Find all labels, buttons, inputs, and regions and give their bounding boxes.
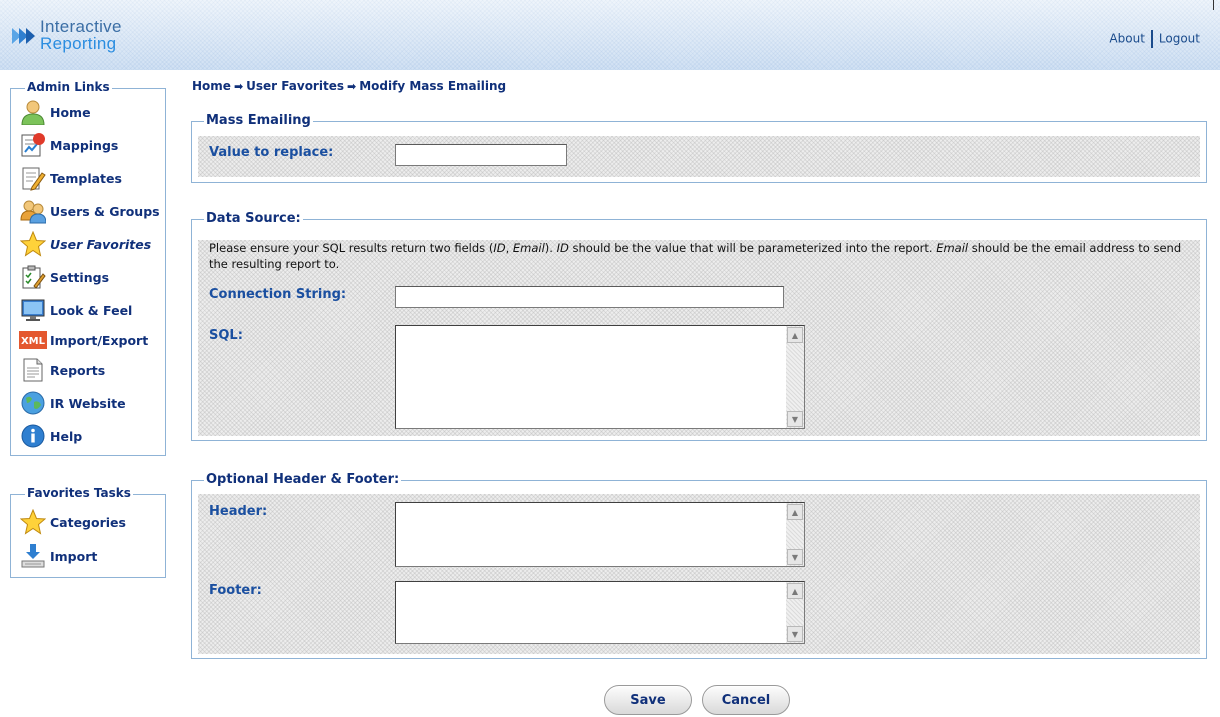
footer-scrollbar[interactable]: ▲ ▼ bbox=[786, 582, 804, 643]
sidebar-item-home[interactable]: Home bbox=[19, 97, 91, 127]
star-icon bbox=[19, 508, 47, 536]
globe-icon bbox=[19, 389, 47, 417]
sql-label: SQL: bbox=[209, 328, 243, 343]
breadcrumb: Home ➡ User Favorites ➡ Modify Mass Emailing bbox=[192, 79, 506, 93]
sidebar-item-label: Reports bbox=[50, 362, 106, 378]
breadcrumb-arrow-icon: ➡ bbox=[346, 80, 357, 93]
sidebar-item-label: Settings bbox=[50, 269, 110, 285]
admin-links-title: Admin Links bbox=[25, 80, 112, 94]
xml-icon: XML bbox=[19, 326, 47, 354]
data-source-note: Please ensure your SQL results return tw… bbox=[209, 241, 1182, 271]
app-logo[interactable]: Interactive Reporting bbox=[12, 18, 172, 54]
logo-text-line2: Reporting bbox=[40, 34, 117, 53]
header-footer-legend: Optional Header & Footer: bbox=[204, 472, 402, 487]
save-button[interactable]: Save bbox=[604, 685, 692, 715]
report-icon bbox=[19, 356, 47, 384]
sidebar-item-templates[interactable]: Templates bbox=[19, 163, 122, 193]
header-footer-section: Optional Header & Footer: Header: ▲ ▼ Fo… bbox=[191, 472, 1207, 659]
settings-icon bbox=[19, 263, 47, 291]
top-banner: Interactive Reporting About Logout bbox=[0, 0, 1220, 70]
sql-textarea: ▲ ▼ bbox=[395, 325, 805, 429]
scroll-up-icon[interactable]: ▲ bbox=[787, 327, 803, 343]
sidebar-item-reports[interactable]: Reports bbox=[19, 355, 105, 385]
header-label: Header: bbox=[209, 504, 268, 519]
monitor-icon bbox=[19, 296, 47, 324]
sidebar-item-label: Templates bbox=[50, 170, 122, 186]
link-divider bbox=[1150, 30, 1153, 48]
header-scrollbar[interactable]: ▲ ▼ bbox=[786, 503, 804, 566]
sidebar-item-label: Import bbox=[50, 548, 98, 564]
footer-label: Footer: bbox=[209, 583, 262, 598]
breadcrumb-user-favorites[interactable]: User Favorites bbox=[246, 79, 344, 93]
sidebar-item-categories[interactable]: Categories bbox=[19, 507, 126, 537]
scroll-down-icon[interactable]: ▼ bbox=[787, 411, 803, 427]
logout-link[interactable]: Logout bbox=[1159, 32, 1200, 46]
top-links: About Logout bbox=[1109, 30, 1200, 48]
sidebar-item-label: Categories bbox=[50, 514, 126, 530]
scroll-up-icon[interactable]: ▲ bbox=[787, 504, 803, 520]
sidebar-item-user-favorites[interactable]: User Favorites bbox=[19, 229, 151, 259]
breadcrumb-arrow-icon: ➡ bbox=[233, 80, 244, 93]
favorites-tasks-panel: Favorites Tasks Categories Import bbox=[10, 486, 166, 578]
sidebar-item-label: Users & Groups bbox=[50, 203, 160, 219]
logo-arrows-icon bbox=[12, 28, 35, 44]
import-icon bbox=[19, 542, 47, 570]
mass-emailing-section: Mass Emailing Value to replace: bbox=[191, 113, 1207, 183]
sidebar-item-label: Import/Export bbox=[50, 332, 149, 348]
mappings-icon bbox=[19, 131, 47, 159]
header-input[interactable] bbox=[396, 503, 786, 566]
sidebar-item-import[interactable]: Import bbox=[19, 541, 97, 571]
sidebar-item-import-export[interactable]: XML Import/Export bbox=[19, 325, 148, 355]
user-icon bbox=[19, 98, 47, 126]
breadcrumb-home[interactable]: Home bbox=[192, 79, 231, 93]
mass-emailing-legend: Mass Emailing bbox=[204, 113, 313, 128]
sidebar-item-label: Look & Feel bbox=[50, 302, 133, 318]
svg-text:XML: XML bbox=[21, 336, 46, 347]
sql-input[interactable] bbox=[396, 326, 786, 428]
sidebar-item-settings[interactable]: Settings bbox=[19, 262, 109, 292]
scroll-down-icon[interactable]: ▼ bbox=[787, 626, 803, 642]
data-source-body: Please ensure your SQL results return tw… bbox=[198, 240, 1200, 436]
info-icon bbox=[19, 422, 47, 450]
connection-string-input[interactable] bbox=[395, 286, 784, 308]
corner-mark bbox=[1213, 0, 1214, 10]
sidebar-item-users-groups[interactable]: Users & Groups bbox=[19, 196, 160, 226]
admin-links-panel: Admin Links Home Mappings Templates User… bbox=[10, 80, 166, 456]
scroll-up-icon[interactable]: ▲ bbox=[787, 583, 803, 599]
sql-scrollbar[interactable]: ▲ ▼ bbox=[786, 326, 804, 428]
logo-text-line1: Interactive bbox=[40, 17, 122, 36]
header-textarea: ▲ ▼ bbox=[395, 502, 805, 567]
footer-textarea: ▲ ▼ bbox=[395, 581, 805, 644]
sidebar-item-label: Mappings bbox=[50, 137, 119, 153]
mass-emailing-body: Value to replace: bbox=[198, 136, 1200, 177]
scroll-down-icon[interactable]: ▼ bbox=[787, 549, 803, 565]
sidebar-item-help[interactable]: Help bbox=[19, 421, 82, 451]
sidebar-item-ir-website[interactable]: IR Website bbox=[19, 388, 126, 418]
data-source-legend: Data Source: bbox=[204, 211, 303, 226]
value-to-replace-input[interactable] bbox=[395, 144, 567, 166]
templates-icon bbox=[19, 164, 47, 192]
sidebar-item-look-feel[interactable]: Look & Feel bbox=[19, 295, 132, 325]
about-link[interactable]: About bbox=[1109, 32, 1144, 46]
value-to-replace-label: Value to replace: bbox=[209, 145, 334, 160]
header-footer-body: Header: ▲ ▼ Footer: ▲ ▼ bbox=[198, 494, 1200, 654]
star-icon bbox=[19, 230, 47, 258]
breadcrumb-current: Modify Mass Emailing bbox=[359, 79, 507, 93]
sidebar-item-label: Help bbox=[50, 428, 83, 444]
sidebar-item-mappings[interactable]: Mappings bbox=[19, 130, 118, 160]
sidebar-item-label: User Favorites bbox=[50, 236, 152, 252]
favorites-tasks-title: Favorites Tasks bbox=[25, 486, 133, 500]
sidebar-item-label: Home bbox=[50, 104, 91, 120]
footer-input[interactable] bbox=[396, 582, 786, 643]
sidebar-item-label: IR Website bbox=[50, 395, 126, 411]
cancel-button[interactable]: Cancel bbox=[702, 685, 790, 715]
connection-string-label: Connection String: bbox=[209, 287, 347, 302]
users-groups-icon bbox=[19, 197, 47, 225]
data-source-section: Data Source: Please ensure your SQL resu… bbox=[191, 211, 1207, 441]
